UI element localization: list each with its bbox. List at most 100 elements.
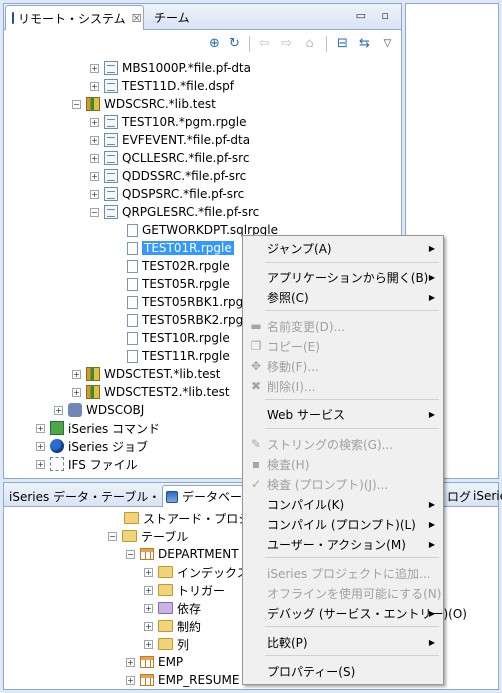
expand-icon[interactable]: + (90, 63, 99, 73)
expand-icon[interactable]: + (144, 603, 153, 613)
tree-node[interactable]: + EVFEVENT.*file.pf-dta (90, 131, 250, 149)
tree-node[interactable]: − QRPGLESRC.*file.pf-src (90, 203, 259, 221)
tree-node[interactable]: + IFS ファイル (36, 455, 138, 473)
expand-icon[interactable]: + (90, 117, 99, 127)
source-file-icon (104, 169, 118, 183)
tree-node[interactable]: + トリガー (144, 581, 225, 599)
expand-icon[interactable]: + (90, 81, 99, 91)
menu-item-make-offline[interactable]: オフラインを使用可能にする(N) (245, 583, 441, 603)
back-icon[interactable]: ⇦ (256, 35, 273, 52)
tree-node[interactable]: + WDSCTEST2.*lib.test (72, 383, 230, 401)
menu-item-label: 比較(P) (267, 635, 308, 650)
tree-node-label: TEST11D.*file.dspf (122, 79, 234, 93)
menu-item-open-with[interactable]: アプリケーションから開く(B) ▶ (245, 267, 441, 287)
menu-item-jump[interactable]: ジャンプ(A) ▶ (245, 238, 441, 258)
folder-icon (158, 566, 173, 578)
menu-item-verify[interactable]: ▪ 検査(H) (245, 454, 441, 474)
tree-node[interactable]: TEST10R.rpgle (127, 329, 230, 347)
expand-icon[interactable]: + (90, 171, 99, 181)
menu-item-rename[interactable]: ▬ 名前変更(D)... (245, 316, 441, 336)
tree-node[interactable]: − WDSCSRC.*lib.test (72, 95, 216, 113)
file-icon (104, 133, 118, 147)
menu-item-user-actions[interactable]: ユーザー・アクション(M) ▶ (245, 534, 441, 554)
menu-item-search-string[interactable]: ✎ ストリングの検索(G)... (245, 434, 441, 454)
tree-node[interactable]: + WDSCTEST.*lib.test (72, 365, 221, 383)
collapse-icon[interactable]: − (108, 531, 117, 541)
tree-node[interactable]: + EMP_RESUME (126, 671, 239, 689)
tab-iseries[interactable]: iSerie (470, 485, 502, 507)
folder-icon (124, 512, 139, 524)
expand-icon[interactable]: + (36, 441, 45, 451)
tree-node[interactable]: TEST05R.rpgle (127, 275, 230, 293)
tree-node[interactable]: + WDSCOBJ (54, 401, 144, 419)
tree-node[interactable]: + QDSPSRC.*file.pf-src (90, 185, 244, 203)
tree-node[interactable]: − DEPARTMENT (126, 545, 239, 563)
tree-node[interactable]: + インデックス (144, 563, 249, 581)
home-icon[interactable]: ⌂ (301, 35, 318, 52)
expand-icon[interactable]: + (54, 405, 63, 415)
tree-node[interactable]: + QDDSSRC.*file.pf-src (90, 167, 246, 185)
menu-item-add-to-project[interactable]: iSeries プロジェクトに追加... (245, 563, 441, 583)
tree-node[interactable]: TEST05RBK2.rpg (127, 311, 243, 329)
menu-item-label: アプリケーションから開く(B) (267, 270, 429, 285)
new-connection-icon[interactable]: ⊕ (206, 35, 223, 52)
window-controls[interactable]: ▭ ▫ (356, 9, 395, 22)
collapse-icon[interactable]: − (126, 549, 135, 559)
expand-icon[interactable]: + (144, 639, 153, 649)
expand-icon[interactable]: + (144, 621, 153, 631)
collapse-all-icon[interactable]: ⊟ (334, 35, 351, 52)
tree-node-label: TEST10R.*pgm.rpgle (122, 115, 247, 129)
tree-node-selected[interactable]: TEST01R.rpgle (127, 239, 234, 257)
expand-icon[interactable]: + (144, 585, 153, 595)
menu-item-delete[interactable]: ✖ 削除(I)... (245, 376, 441, 396)
tree-node[interactable]: + 制約 (144, 617, 201, 635)
tab-remote-systems[interactable]: リモート・システム ☒ (5, 5, 144, 30)
close-icon[interactable]: ☒ (132, 12, 142, 25)
menu-item-browse[interactable]: 参照(C) ▶ (245, 287, 441, 307)
collapse-icon[interactable]: − (90, 207, 99, 217)
expand-icon[interactable]: + (126, 657, 135, 667)
rename-icon: ▬ (250, 319, 262, 333)
menu-item-compare[interactable]: 比較(P) ▶ (245, 632, 441, 652)
submenu-arrow-icon: ▶ (428, 539, 435, 549)
view-toolbar: ⊕ ↻ ⇦ ⇨ ⌂ ⊟ ⇆ ▽ (4, 31, 401, 57)
link-with-editor-icon[interactable]: ⇆ (356, 35, 373, 52)
tree-node[interactable]: + TEST11D.*file.dspf (90, 77, 234, 95)
tree-node[interactable]: + iSeries コマンド (36, 419, 160, 437)
tab-team[interactable]: チーム (148, 5, 196, 30)
expand-icon[interactable]: + (90, 153, 99, 163)
tree-node[interactable]: + QCLLESRC.*file.pf-src (90, 149, 249, 167)
collapse-icon[interactable]: − (72, 99, 81, 109)
expand-icon[interactable]: + (144, 567, 153, 577)
tree-node[interactable]: + MBS1000P.*file.pf-dta (90, 59, 251, 77)
forward-icon[interactable]: ⇨ (278, 35, 295, 52)
tree-node[interactable]: + 依存 (144, 599, 201, 617)
menu-item-compile-prompt[interactable]: コンパイル (プロンプト)(L) ▶ (245, 514, 441, 534)
tree-node-label: TEST02R.rpgle (142, 259, 230, 273)
menu-item-properties[interactable]: プロパティー(S) (245, 661, 441, 681)
expand-icon[interactable]: + (36, 423, 45, 433)
expand-icon[interactable]: + (72, 387, 81, 397)
tree-node[interactable]: − テーブル (108, 527, 188, 545)
menu-item-web-services[interactable]: Web サービス ▶ (245, 404, 441, 424)
tree-node[interactable]: TEST05RBK1.rpg (127, 293, 243, 311)
refresh-icon[interactable]: ↻ (226, 35, 243, 52)
menu-item-copy[interactable]: ❐ コピー(E) (245, 336, 441, 356)
menu-item-verify-prompt[interactable]: ✓ 検査 (プロンプト)(J)... (245, 474, 441, 494)
tree-node[interactable]: TEST11R.rpgle (127, 347, 230, 365)
tree-node[interactable]: + 列 (144, 635, 189, 653)
tree-node[interactable]: + iSeries ジョブ (36, 437, 148, 455)
tree-node[interactable]: + TEST10R.*pgm.rpgle (90, 113, 246, 131)
expand-icon[interactable]: + (90, 135, 99, 145)
expand-icon[interactable]: + (72, 369, 81, 379)
menu-item-move[interactable]: ✥ 移動(F)... (245, 356, 441, 376)
tree-node[interactable]: TEST02R.rpgle (127, 257, 230, 275)
menu-item-label: 検査 (プロンプト)(J)... (267, 477, 389, 492)
expand-icon[interactable]: + (126, 675, 135, 685)
menu-item-compile[interactable]: コンパイル(K) ▶ (245, 494, 441, 514)
expand-icon[interactable]: + (36, 459, 45, 469)
view-menu-chevron-icon[interactable]: ▽ (379, 35, 396, 52)
expand-icon[interactable]: + (90, 189, 99, 199)
menu-item-debug-service-entry[interactable]: デバッグ (サービス・エントリー)(O) ▶ (245, 603, 467, 623)
tree-node[interactable]: + EMP (126, 653, 183, 671)
